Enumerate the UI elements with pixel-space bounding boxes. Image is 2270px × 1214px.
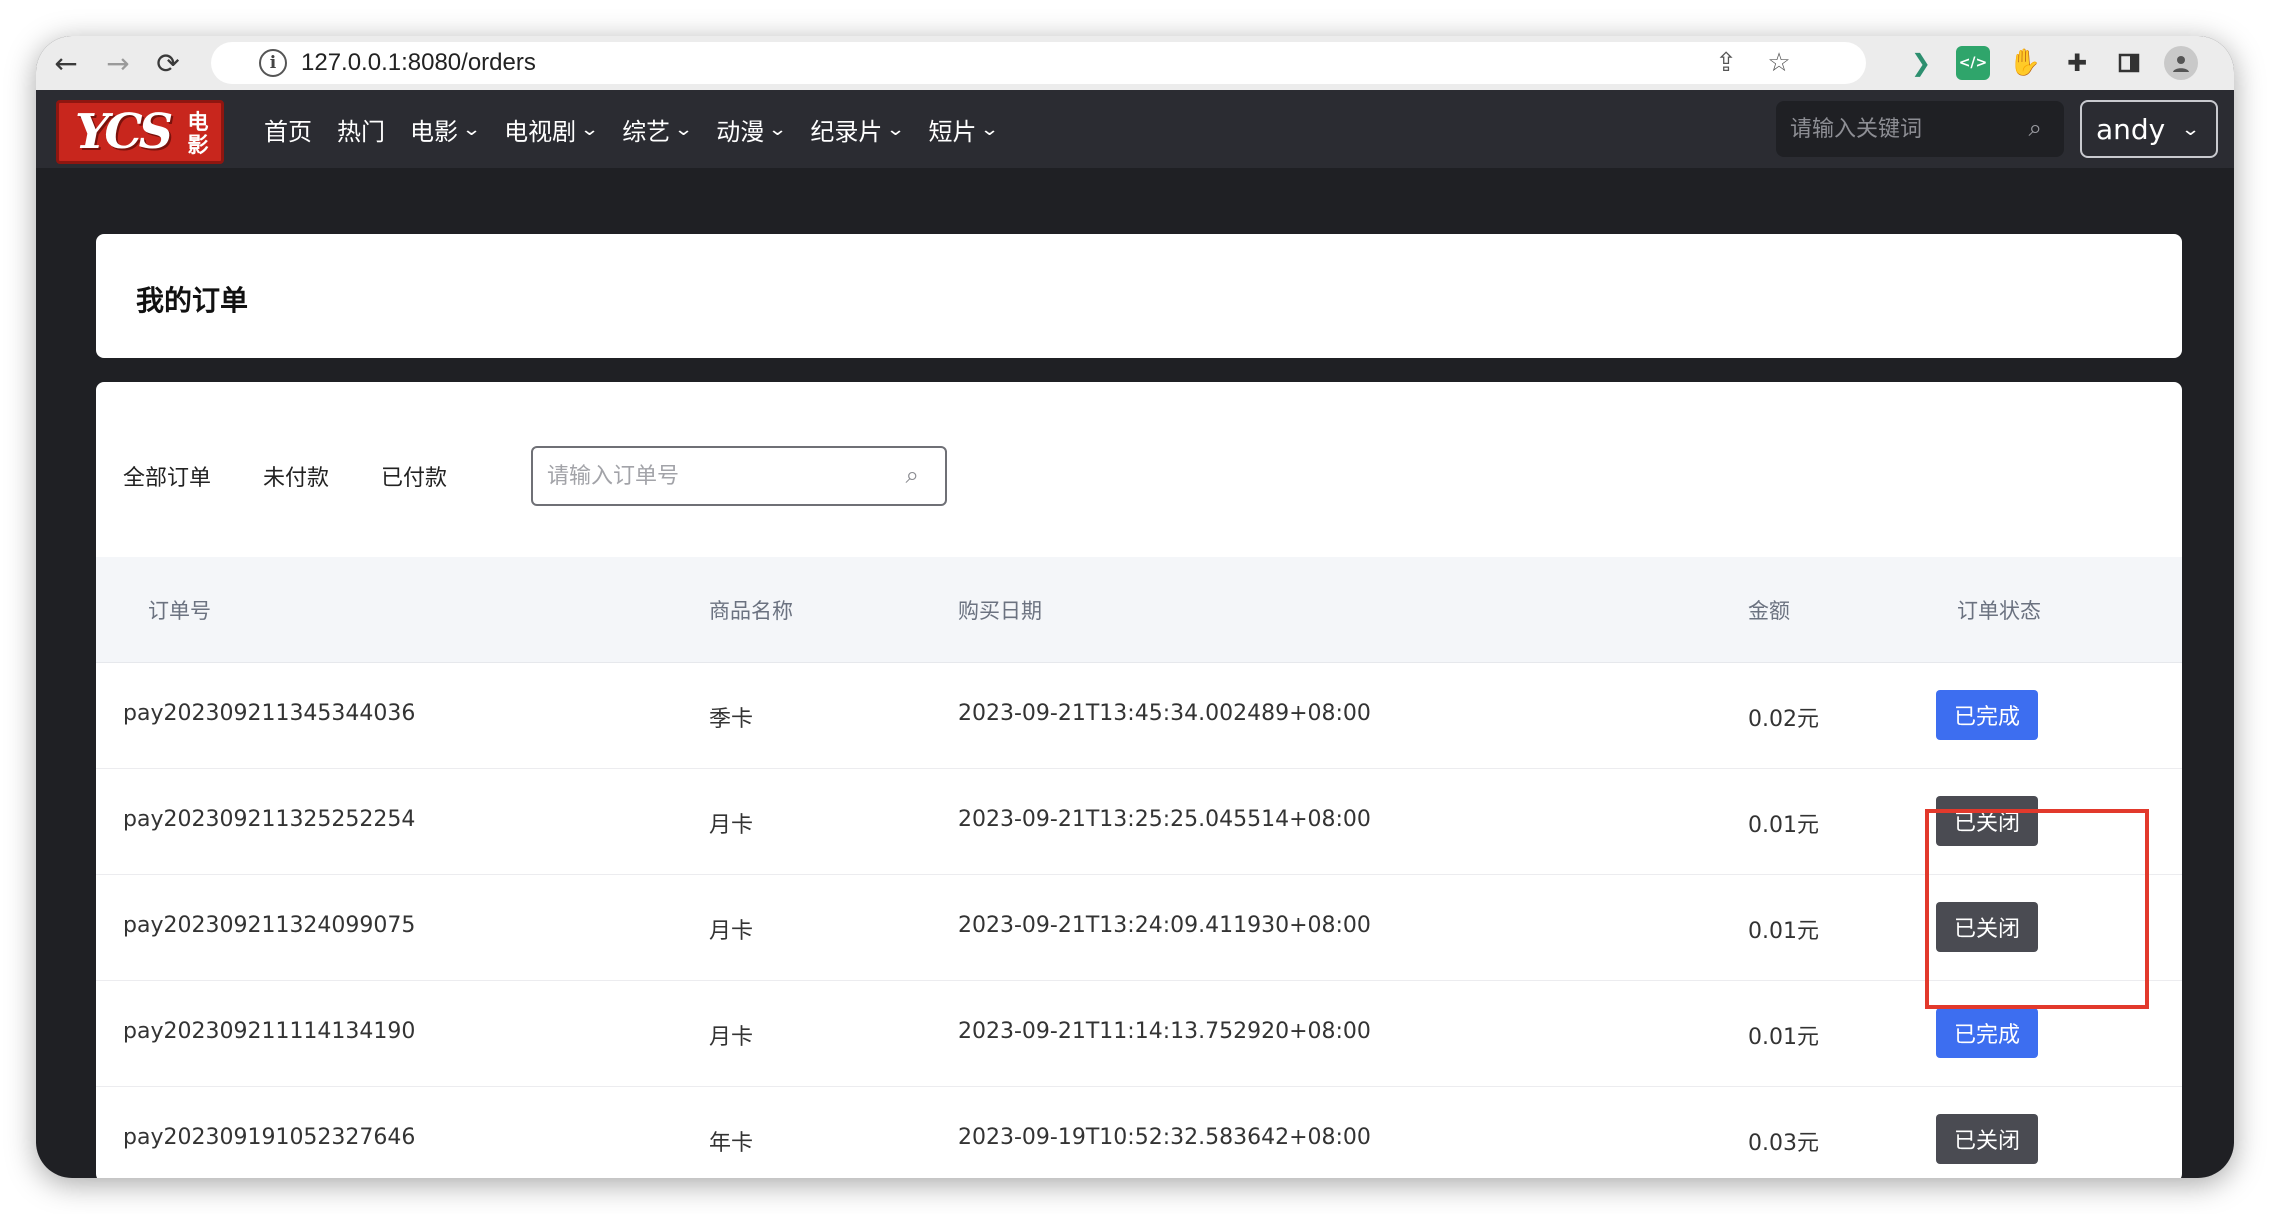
nav-item-2[interactable]: 电影 ⌄ (410, 112, 482, 147)
table-header: 订单号 商品名称 购买日期 金额 订单状态 (96, 557, 2182, 663)
browser-toolbar: ← → ⟳ i 127.0.0.1:8080/orders ⇪ ☆ ❯ </> … (36, 36, 2234, 90)
extension-code-icon[interactable]: </> (1956, 46, 1990, 80)
chevron-down-icon: ⌄ (579, 118, 600, 140)
user-menu-button[interactable]: andy ⌄ (2080, 100, 2218, 158)
product-cell: 月卡 (709, 1025, 754, 1050)
chevron-down-icon: ⌄ (886, 118, 906, 140)
chevron-down-icon: ⌄ (980, 118, 1000, 140)
site-header: YCS 电影 首页热门电影⌄电视剧⌄综艺⌄动漫⌄纪录片⌄短片⌄ ⌕ andy ⌄ (36, 90, 2234, 168)
site-logo[interactable]: YCS 电影 (56, 100, 224, 164)
order-id-cell: pay202309211324099075 (123, 913, 416, 938)
status-badge: 已关闭 (1936, 1114, 2038, 1164)
site-info-icon[interactable]: i (259, 49, 287, 77)
filter-paid[interactable]: 已付款 (381, 460, 447, 492)
order-id-cell: pay202309211345344036 (123, 701, 416, 726)
url-text[interactable]: 127.0.0.1:8080/orders (301, 49, 536, 77)
product-cell: 年卡 (709, 1131, 754, 1156)
logo-mark: YCS (75, 104, 173, 160)
username: andy (2096, 112, 2166, 146)
amount-cell: 0.03元 (1748, 1131, 1819, 1156)
page-title: 我的订单 (136, 284, 249, 317)
column-header-amount: 金额 (1748, 598, 1790, 623)
nav-item-label: 短片 (928, 117, 977, 146)
title-card: 我的订单 (96, 234, 2182, 358)
order-id-cell: pay202309211325252254 (123, 807, 416, 832)
order-filters: 全部订单 未付款 已付款 ⌕ (123, 446, 947, 506)
status-badge: 已关闭 (1936, 902, 2038, 952)
table-row: pay202309191052327646 年卡 2023-09-19T10:52:… (96, 1087, 2182, 1178)
bookmark-star-icon[interactable]: ☆ (1762, 46, 1796, 80)
keyword-search-input[interactable] (1790, 116, 2010, 142)
search-icon[interactable]: ⌕ (906, 461, 919, 489)
reload-icon[interactable]: ⟳ (148, 44, 188, 82)
nav-item-label: 电视剧 (504, 117, 577, 146)
date-cell: 2023-09-21T13:25:25.045514+08:00 (958, 807, 1371, 832)
address-bar[interactable]: i 127.0.0.1:8080/orders ⇪ ☆ (211, 42, 1866, 84)
order-search: ⌕ (531, 446, 947, 506)
extension-hand-icon[interactable]: ✋ (2008, 46, 2042, 80)
product-cell: 季卡 (709, 707, 754, 732)
nav-item-7[interactable]: 短片 ⌄ (928, 112, 1000, 147)
column-header-order-id: 订单号 (148, 598, 211, 623)
profile-avatar-icon[interactable] (2164, 46, 2198, 80)
logo-subtitle: 电影 (187, 110, 209, 157)
status-badge: 已完成 (1936, 1008, 2038, 1058)
side-panel-icon[interactable] (2112, 46, 2146, 80)
chevron-down-icon: ⌄ (2180, 118, 2201, 140)
nav-item-label: 电影 (410, 117, 458, 146)
search-icon[interactable]: ⌕ (2029, 114, 2042, 142)
nav-item-label: 综艺 (622, 117, 671, 146)
product-cell: 月卡 (709, 813, 754, 838)
date-cell: 2023-09-21T11:14:13.752920+08:00 (958, 1019, 1371, 1044)
orders-table: 订单号 商品名称 购买日期 金额 订单状态 pay202309211345344… (96, 557, 2182, 1178)
nav-item-label: 动漫 (716, 117, 765, 146)
orders-card: 全部订单 未付款 已付款 ⌕ 订单号 商品名称 购买日期 金额 订单状态 pay… (96, 382, 2182, 1178)
forward-icon[interactable]: → (98, 44, 138, 82)
share-icon[interactable]: ⇪ (1709, 46, 1743, 80)
amount-cell: 0.01元 (1748, 1025, 1819, 1050)
nav-item-6[interactable]: 纪录片 ⌄ (810, 112, 906, 147)
amount-cell: 0.01元 (1748, 919, 1819, 944)
chevron-down-icon: ⌄ (461, 118, 482, 140)
date-cell: 2023-09-21T13:24:09.411930+08:00 (958, 913, 1371, 938)
table-row: pay202309211325252254 月卡 2023-09-21T13:25:… (96, 769, 2182, 875)
order-id-cell: pay202309191052327646 (123, 1125, 416, 1150)
nav-item-label: 首页 (264, 117, 312, 146)
nav-item-3[interactable]: 电视剧 ⌄ (504, 112, 600, 147)
chevron-down-icon: ⌄ (768, 118, 788, 140)
back-icon[interactable]: ← (46, 44, 86, 82)
extension-swirl-icon[interactable]: ❯ (1904, 46, 1938, 80)
nav-item-label: 纪录片 (810, 117, 883, 146)
extensions-puzzle-icon[interactable]: ✚ (2060, 46, 2094, 80)
nav-item-label: 热门 (337, 117, 385, 146)
nav-item-4[interactable]: 综艺 ⌄ (622, 112, 694, 147)
chevron-down-icon: ⌄ (673, 118, 694, 140)
status-badge: 已关闭 (1936, 796, 2038, 846)
order-id-cell: pay202309211114134190 (123, 1019, 416, 1044)
browser-window: ← → ⟳ i 127.0.0.1:8080/orders ⇪ ☆ ❯ </> … (36, 36, 2234, 1178)
table-body: pay202309211345344036 季卡 2023-09-21T13:45:… (96, 663, 2182, 1178)
nav-item-5[interactable]: 动漫 ⌄ (716, 112, 788, 147)
amount-cell: 0.02元 (1748, 707, 1819, 732)
table-row: pay202309211345344036 季卡 2023-09-21T13:45:… (96, 663, 2182, 769)
order-search-input[interactable] (547, 463, 877, 489)
nav-item-1[interactable]: 热门 (337, 112, 385, 147)
column-header-status: 订单状态 (1957, 598, 2041, 623)
date-cell: 2023-09-21T13:45:34.002489+08:00 (958, 701, 1371, 726)
status-badge: 已完成 (1936, 690, 2038, 740)
main-nav: 首页 热门 电影 ⌄ 电视剧 ⌄ 综艺 ⌄ 动漫 ⌄ 纪录片 ⌄ 短片 ⌄ (264, 90, 1023, 168)
keyword-search: ⌕ (1776, 101, 2064, 157)
product-cell: 月卡 (709, 919, 754, 944)
filter-unpaid[interactable]: 未付款 (263, 460, 329, 492)
column-header-product: 商品名称 (709, 598, 793, 623)
filter-all-orders[interactable]: 全部订单 (123, 460, 211, 492)
table-row: pay202309211324099075 月卡 2023-09-21T13:24:… (96, 875, 2182, 981)
nav-item-0[interactable]: 首页 (264, 112, 312, 147)
table-row: pay202309211114134190 月卡 2023-09-21T11:14:… (96, 981, 2182, 1087)
date-cell: 2023-09-19T10:52:32.583642+08:00 (958, 1125, 1371, 1150)
amount-cell: 0.01元 (1748, 813, 1819, 838)
column-header-date: 购买日期 (958, 598, 1042, 623)
